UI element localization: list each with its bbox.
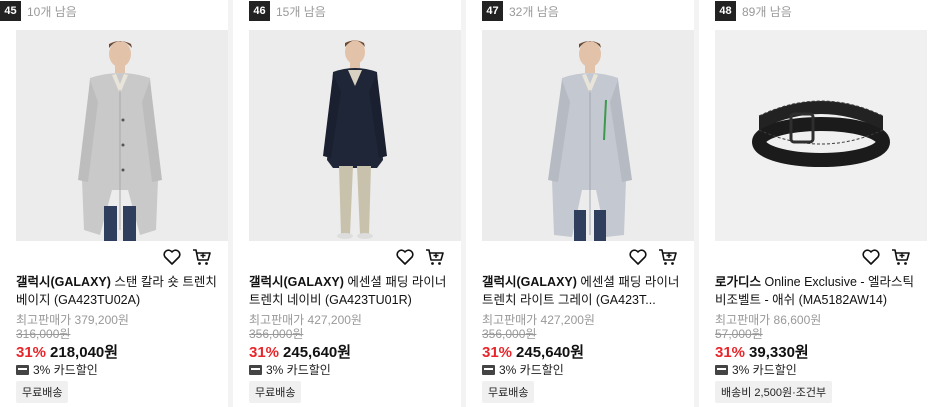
price-row: 31% 245,640원 (249, 341, 351, 362)
product-image[interactable] (482, 30, 694, 241)
cart-icon[interactable] (891, 247, 911, 267)
product-actions (162, 247, 212, 267)
rank-row: 48 89개 남음 (715, 0, 942, 22)
card-discount-row: 3% 카드할인 (482, 361, 564, 378)
stock-remaining: 89개 남음 (742, 4, 792, 19)
card-discount: 3% 카드할인 (732, 363, 797, 377)
card-discount: 3% 카드할인 (33, 363, 98, 377)
shipping-badge: 무료배송 (482, 381, 535, 403)
card-discount-row: 3% 카드할인 (715, 361, 797, 378)
cart-icon[interactable] (425, 247, 445, 267)
rank-row: 45 10개 남음 (0, 0, 228, 22)
card-icon (482, 364, 495, 375)
shipping-badge: 배송비 2,500원·조건부 (715, 381, 833, 403)
shipping-badge: 무료배송 (249, 381, 302, 403)
stock-remaining: 10개 남음 (27, 4, 77, 19)
product-image[interactable] (249, 30, 461, 241)
brand-name: 갤럭시(GALAXY) (482, 275, 577, 289)
rank-badge: 48 (715, 1, 736, 21)
stock-remaining: 32개 남음 (509, 4, 559, 19)
heart-icon[interactable] (162, 247, 182, 267)
heart-icon[interactable] (395, 247, 415, 267)
card-discount-row: 3% 카드할인 (16, 361, 98, 378)
product-card[interactable]: 45 10개 남음 갤럭시(GALAXY) 스탠 칼라 숏 트렌치 베이지 (G… (0, 0, 228, 407)
product-card[interactable]: 48 89개 남음 로가디스 Online Exclusive - 엘라스틱 비… (699, 0, 942, 407)
original-price: 316,000원 (16, 327, 71, 341)
price-row: 31% 39,330원 (715, 341, 809, 362)
rank-badge: 45 (0, 1, 21, 21)
original-price: 356,000원 (249, 327, 304, 341)
discount-rate: 31% (16, 344, 47, 361)
card-discount-row: 3% 카드할인 (249, 361, 331, 378)
product-title[interactable]: 갤럭시(GALAXY) 에센셜 패딩 라이너 트렌치 라이트 그레이 (GA42… (482, 273, 694, 309)
card-icon (715, 364, 728, 375)
card-icon (249, 364, 262, 375)
sale-price: 39,330원 (749, 344, 809, 361)
price-row: 31% 218,040원 (16, 341, 118, 362)
product-title[interactable]: 갤럭시(GALAXY) 스탠 칼라 숏 트렌치 베이지 (GA423TU02A) (16, 273, 228, 309)
product-card[interactable]: 46 15개 남음 갤럭시(GALAXY) 에센셜 패딩 라이너 트렌치 네이비… (233, 0, 461, 407)
discount-rate: 31% (249, 344, 280, 361)
cart-icon[interactable] (658, 247, 678, 267)
price-row: 31% 245,640원 (482, 341, 584, 362)
heart-icon[interactable] (861, 247, 881, 267)
shipping-badge: 무료배송 (16, 381, 69, 403)
discount-rate: 31% (482, 344, 513, 361)
product-card[interactable]: 47 32개 남음 갤럭시(GALAXY) 에센셜 패딩 라이너 트렌치 라이트… (466, 0, 694, 407)
product-actions (395, 247, 445, 267)
sale-price: 218,040원 (50, 344, 119, 361)
product-image[interactable] (715, 30, 927, 241)
card-discount: 3% 카드할인 (266, 363, 331, 377)
product-actions (861, 247, 911, 267)
rank-row: 47 32개 남음 (482, 0, 710, 22)
brand-name: 로가디스 (715, 275, 762, 289)
discount-rate: 31% (715, 344, 746, 361)
rank-row: 46 15개 남음 (249, 0, 477, 22)
product-title[interactable]: 로가디스 Online Exclusive - 엘라스틱 비조벨트 - 애쉬 (… (715, 273, 927, 309)
product-grid: 45 10개 남음 갤럭시(GALAXY) 스탠 칼라 숏 트렌치 베이지 (G… (0, 0, 942, 407)
rank-badge: 47 (482, 1, 503, 21)
card-discount: 3% 카드할인 (499, 363, 564, 377)
sale-price: 245,640원 (516, 344, 585, 361)
heart-icon[interactable] (628, 247, 648, 267)
original-price: 57,000원 (715, 327, 763, 341)
cart-icon[interactable] (192, 247, 212, 267)
card-icon (16, 364, 29, 375)
original-price: 356,000원 (482, 327, 537, 341)
brand-name: 갤럭시(GALAXY) (16, 275, 111, 289)
stock-remaining: 15개 남음 (276, 4, 326, 19)
product-image[interactable] (16, 30, 228, 241)
sale-price: 245,640원 (283, 344, 352, 361)
product-actions (628, 247, 678, 267)
brand-name: 갤럭시(GALAXY) (249, 275, 344, 289)
product-title[interactable]: 갤럭시(GALAXY) 에센셜 패딩 라이너 트렌치 네이비 (GA423TU0… (249, 273, 461, 309)
rank-badge: 46 (249, 1, 270, 21)
